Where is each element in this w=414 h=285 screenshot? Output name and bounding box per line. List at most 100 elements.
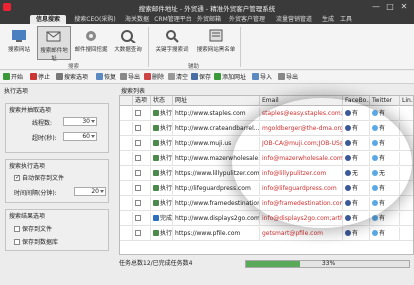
row-email[interactable]: getsmart@pfile.com xyxy=(260,227,343,241)
table-row[interactable]: 完成 http://www.displays2go.com info@display… xyxy=(120,212,413,226)
table-row[interactable]: 执行 http://lifeguardpress.com info@lifeguar… xyxy=(120,182,413,196)
facebook-value: 有 xyxy=(352,125,359,132)
table-row[interactable]: 执行 http://www.crateandbarrel.... mgoldberg… xyxy=(120,122,413,136)
table-row[interactable]: 执行 http://www.mazerwholesale... info@mazer… xyxy=(120,152,413,166)
row-url[interactable]: http://www.crateandbarrel.... xyxy=(173,122,260,136)
search-icon xyxy=(166,30,179,43)
maximize-button[interactable]: □ xyxy=(384,2,396,12)
close-button[interactable]: ✕ xyxy=(398,2,410,12)
add-url-button[interactable]: 添加网址 xyxy=(214,73,246,82)
header-twitter[interactable]: Twitter xyxy=(370,96,400,106)
auto-save-label: 自动保存到文件 xyxy=(22,175,65,182)
header-email[interactable]: Email xyxy=(260,96,343,106)
table-row[interactable]: 执行 https://www.pfile.com getsmart@pfile.co… xyxy=(120,227,413,241)
search-email-button[interactable]: 搜索邮件地址 xyxy=(37,26,71,62)
row-url[interactable]: http://www.mazerwholesale... xyxy=(173,152,260,166)
row-state-text: 执行 xyxy=(160,185,173,192)
row-url[interactable]: http://lifeguardpress.com xyxy=(173,182,260,196)
search-extract-title: 搜索并抽取选项 xyxy=(9,107,52,114)
row-url[interactable]: http://www.muji.us xyxy=(173,137,260,151)
row-url[interactable]: https://www.pfile.com xyxy=(173,227,260,241)
row-twitter: 有 xyxy=(370,212,400,226)
keyword-button[interactable]: 关键字搜索词 xyxy=(152,26,192,60)
row-checkbox[interactable] xyxy=(133,212,151,226)
ribbon-separator xyxy=(240,27,241,67)
save-button[interactable]: 保存 xyxy=(191,73,211,82)
twitter-icon xyxy=(372,230,378,236)
import-button[interactable]: 导入 xyxy=(252,73,272,82)
search-result-group: 搜索结果选项 保存到文件 保存到数据库 xyxy=(5,209,109,251)
search-options-button[interactable]: 搜索选项 xyxy=(56,73,88,82)
row-email[interactable]: info@lillypulitzer.com xyxy=(260,167,343,181)
ribbon: 搜索网站 搜索邮件地址 邮件搜回挖掘 大数据查询 搜索 关键字搜索词 搜索网站黑… xyxy=(0,24,414,70)
interval-spinner[interactable]: 20 xyxy=(74,187,106,196)
search-sites-button[interactable]: 搜索网站 xyxy=(2,26,36,60)
row-checkbox[interactable] xyxy=(133,137,151,151)
tab-crm[interactable]: CRM管理平台 xyxy=(153,15,193,24)
row-url[interactable]: http://www.displays2go.com xyxy=(173,212,260,226)
row-email[interactable]: info@mazerwholesale.com xyxy=(260,152,343,166)
row-checkbox[interactable] xyxy=(133,197,151,211)
tab-generate[interactable]: 生成 xyxy=(320,15,336,24)
header-option[interactable]: 选项 xyxy=(133,96,151,106)
header-state[interactable]: 状态 xyxy=(151,96,173,106)
row-email[interactable]: JOB-CA@muji.com;JOB-US@... xyxy=(260,137,343,151)
email-mining-button[interactable]: 邮件搜回挖掘 xyxy=(74,26,108,60)
header-linkedin[interactable]: Lin... xyxy=(400,96,413,106)
row-url[interactable]: http://www.staples.com xyxy=(173,107,260,121)
timeout-spinner[interactable]: 60 xyxy=(63,132,97,141)
table-row[interactable]: 执行 http://www.framedestination... info@fra… xyxy=(120,197,413,211)
auto-save-checkbox[interactable]: 自动保存到文件 xyxy=(14,173,64,182)
minimize-button[interactable]: — xyxy=(370,2,382,12)
checkbox-icon xyxy=(135,110,141,116)
restore-button[interactable]: 恢复 xyxy=(96,73,116,82)
threads-spinner[interactable]: 30 xyxy=(63,117,97,126)
twitter-value: 有 xyxy=(379,230,386,237)
tab-tools[interactable]: 工具 xyxy=(338,15,354,24)
options-panel: 搜索并抽取选项 线程数: 30 超时(秒): 60 搜索执行选项 自动保存到文件… xyxy=(2,95,114,280)
table-row[interactable]: 执行 http://www.staples.com staples@easy.sta… xyxy=(120,107,413,121)
row-checkbox[interactable] xyxy=(133,122,151,136)
export-list-button[interactable]: 导出 xyxy=(278,73,298,82)
blacklist-button[interactable]: 搜索网站黑名单 xyxy=(194,26,238,60)
stop-button[interactable]: 停止 xyxy=(30,73,50,82)
tab-info-search[interactable]: 信息搜索 xyxy=(30,15,66,24)
save-to-db-checkbox[interactable]: 保存到数据库 xyxy=(14,237,58,246)
progress-text: 33% xyxy=(321,260,336,267)
export-button[interactable]: 导出 xyxy=(120,73,140,82)
tab-customer-mgmt[interactable]: 外贸客户管理 xyxy=(225,15,269,24)
row-checkbox[interactable] xyxy=(133,227,151,241)
row-checkbox[interactable] xyxy=(133,152,151,166)
tab-customs[interactable]: 海关数据 xyxy=(121,15,153,24)
header-facebook[interactable]: FaceBo... xyxy=(343,96,370,106)
clear-button[interactable]: 清空 xyxy=(168,73,188,82)
tab-traffic[interactable]: 流量营销管道 xyxy=(269,15,319,24)
facebook-value: 有 xyxy=(352,110,359,117)
twitter-icon xyxy=(372,155,378,161)
table-header: 选项 状态 网址 Email FaceBo... Twitter Lin... xyxy=(120,96,413,106)
timeout-label: 超时(秒): xyxy=(32,135,57,142)
tab-ceo-search[interactable]: 搜索CEO(采购) xyxy=(70,15,120,24)
row-url[interactable]: http://www.framedestination... xyxy=(173,197,260,211)
tab-mailbox[interactable]: 外贸邮箱 xyxy=(193,15,225,24)
export-list-label: 导出 xyxy=(286,74,299,81)
save-to-file-checkbox[interactable]: 保存到文件 xyxy=(14,224,52,233)
row-email[interactable]: info@framedestination.com xyxy=(260,197,343,211)
row-state: 执行 xyxy=(151,182,173,196)
row-email[interactable]: info@lifeguardpress.com xyxy=(260,182,343,196)
row-email[interactable]: mgoldberger@the-dma.org;r... xyxy=(260,122,343,136)
big-data-button[interactable]: 大数据查询 xyxy=(111,26,145,60)
table-row[interactable]: 执行 http://www.muji.us JOB-CA@muji.com;JOB-… xyxy=(120,137,413,151)
row-email[interactable]: info@displays2go.com;arthr... xyxy=(260,212,343,226)
table-row[interactable]: 执行 https://www.lillypulitzer.com info@lill… xyxy=(120,167,413,181)
row-checkbox[interactable] xyxy=(133,167,151,181)
delete-button[interactable]: 删除 xyxy=(144,73,164,82)
header-url[interactable]: 网址 xyxy=(173,96,260,106)
row-state-text: 执行 xyxy=(160,230,173,237)
row-email[interactable]: staples@easy.staples.com;o... xyxy=(260,107,343,121)
row-checkbox[interactable] xyxy=(133,107,151,121)
checkbox-icon xyxy=(135,140,141,146)
start-button[interactable]: 开始 xyxy=(3,73,23,82)
row-checkbox[interactable] xyxy=(133,182,151,196)
row-url[interactable]: https://www.lillypulitzer.com xyxy=(173,167,260,181)
